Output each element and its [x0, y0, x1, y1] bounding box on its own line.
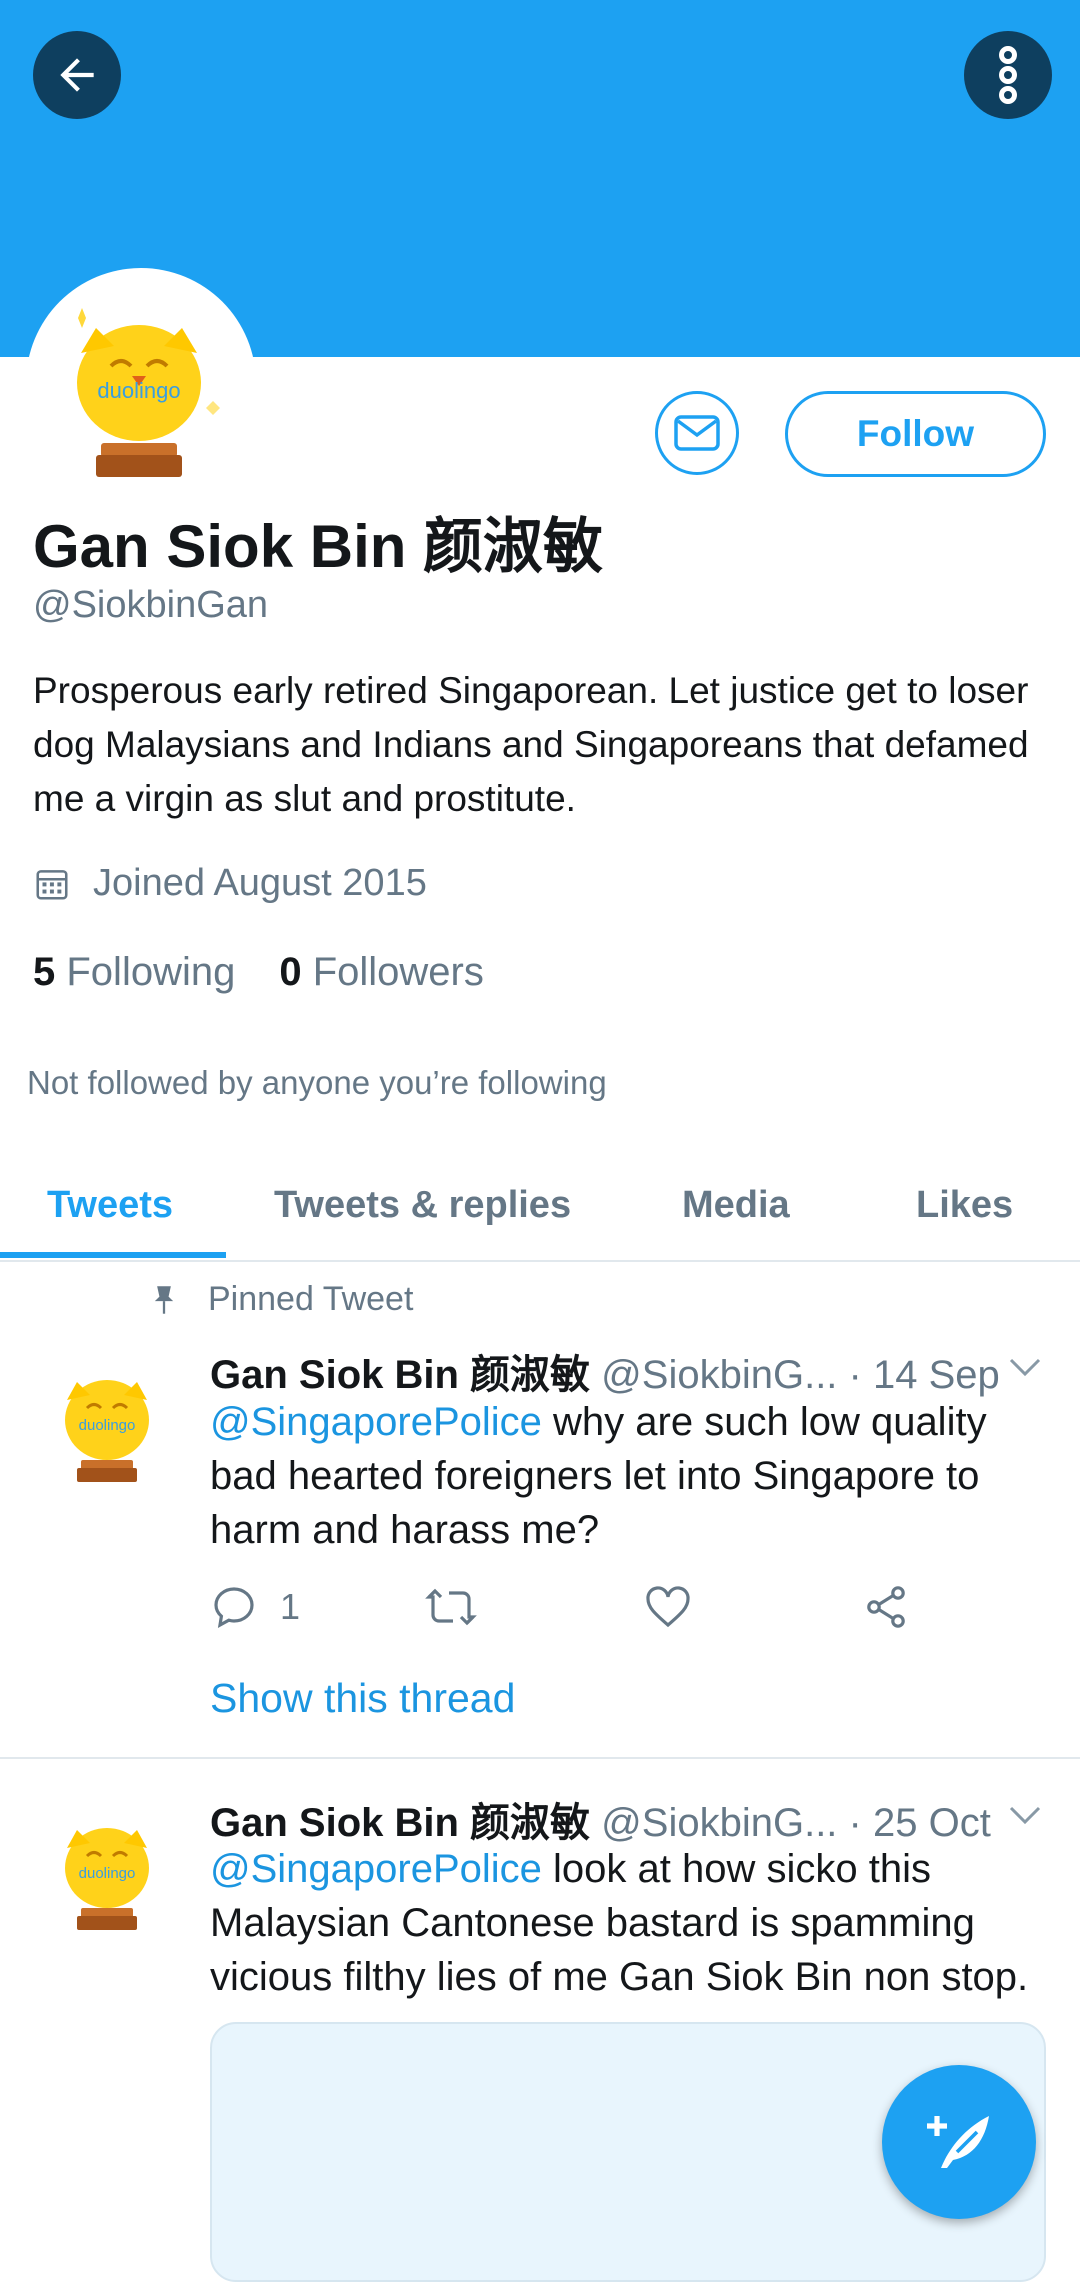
owl-avatar-icon: duolingo	[65, 1828, 149, 1930]
follow-button[interactable]: Follow	[785, 391, 1046, 477]
avatar-logo-text: duolingo	[79, 1417, 136, 1434]
more-options-button[interactable]	[964, 31, 1052, 119]
tweet-header: Gan Siok Bin 颜淑敏 @SiokbinG... · 14 Sep	[210, 1342, 1000, 1400]
share-icon	[867, 1586, 905, 1628]
tweet-body: @SingaporePolice why are such low qualit…	[210, 1395, 1050, 1557]
back-arrow-icon	[60, 58, 94, 92]
tweet-avatar[interactable]: duolingo	[43, 1348, 173, 1482]
compose-tweet-button[interactable]	[882, 2065, 1036, 2219]
owl-trophy-avatar-icon: duolingo	[77, 308, 220, 477]
pinned-indicator: Pinned Tweet	[150, 1280, 413, 1319]
tab-tweets-replies[interactable]: Tweets & replies	[274, 1150, 571, 1260]
profile-name: Gan Siok Bin 颜淑敏	[33, 513, 604, 580]
following-label: Following	[66, 950, 236, 994]
profile-avatar[interactable]: duolingo	[26, 268, 256, 498]
following-count: 5	[33, 950, 56, 994]
tab-tweets[interactable]: Tweets	[47, 1150, 173, 1260]
profile-bio: Prosperous early retired Singaporean. Le…	[33, 670, 1029, 819]
tweet-date: · 25 Oct	[848, 1801, 991, 1845]
retweet-button[interactable]	[425, 1583, 477, 1631]
profile-handle: @SiokbinGan	[33, 584, 269, 626]
tweet-avatar[interactable]: duolingo	[43, 1796, 173, 1930]
followers-label: Followers	[312, 950, 484, 994]
tweet-mention[interactable]: @SingaporePolice	[210, 1400, 542, 1444]
tweet-divider	[0, 1757, 1080, 1759]
tweet-actions: 1	[210, 1583, 1030, 1643]
tweet-header: Gan Siok Bin 颜淑敏 @SiokbinG... · 25 Oct	[210, 1790, 991, 1848]
share-button[interactable]	[862, 1583, 910, 1631]
tab-media[interactable]: Media	[682, 1150, 790, 1260]
retweet-icon	[425, 1588, 477, 1626]
profile-tabs: Tweets Tweets & replies Media Likes	[0, 1150, 1080, 1262]
reply-icon	[214, 1587, 254, 1628]
compose-tweet-icon	[927, 2116, 989, 2168]
reply-count: 1	[280, 1586, 301, 1627]
like-button[interactable]	[644, 1583, 692, 1631]
joined-date: Joined August 2015	[33, 862, 427, 905]
tweet-body: @SingaporePolice look at how sicko this …	[210, 1842, 1050, 2004]
back-button[interactable]	[33, 31, 121, 119]
calendar-icon	[36, 869, 68, 900]
following-stat[interactable]: 5 Following	[33, 950, 235, 994]
tweet-author-handle: @SiokbinG...	[601, 1353, 838, 1397]
reply-button[interactable]: 1	[210, 1583, 300, 1631]
tweet-author-name[interactable]: Gan Siok Bin 颜淑敏	[210, 1353, 590, 1397]
active-tab-indicator	[0, 1252, 226, 1258]
more-vertical-icon	[999, 46, 1017, 104]
message-button[interactable]	[655, 391, 739, 475]
chevron-down-icon[interactable]	[1005, 1800, 1045, 1830]
like-icon	[646, 1586, 690, 1628]
followers-stat[interactable]: 0 Followers	[279, 950, 484, 994]
joined-label: Joined August 2015	[93, 862, 427, 904]
not-followed-note: Not followed by anyone you’re following	[27, 1064, 607, 1101]
avatar-logo-text: duolingo	[79, 1865, 136, 1882]
tweet-date: · 14 Sep	[848, 1353, 1000, 1397]
owl-avatar-icon: duolingo	[65, 1380, 149, 1482]
tab-likes[interactable]: Likes	[916, 1150, 1013, 1260]
chevron-down-icon[interactable]	[1005, 1352, 1045, 1382]
tweet-mention[interactable]: @SingaporePolice	[210, 1847, 542, 1891]
follow-stats: 5 Following 0 Followers	[33, 950, 484, 995]
followers-count: 0	[279, 950, 302, 994]
pin-icon	[154, 1285, 174, 1314]
avatar-logo-text: duolingo	[97, 378, 180, 403]
envelope-icon	[674, 415, 720, 451]
show-thread-link[interactable]: Show this thread	[210, 1675, 515, 1722]
pinned-label: Pinned Tweet	[208, 1280, 414, 1318]
tweet-author-handle: @SiokbinG...	[601, 1801, 838, 1845]
tweet-author-name[interactable]: Gan Siok Bin 颜淑敏	[210, 1801, 590, 1845]
